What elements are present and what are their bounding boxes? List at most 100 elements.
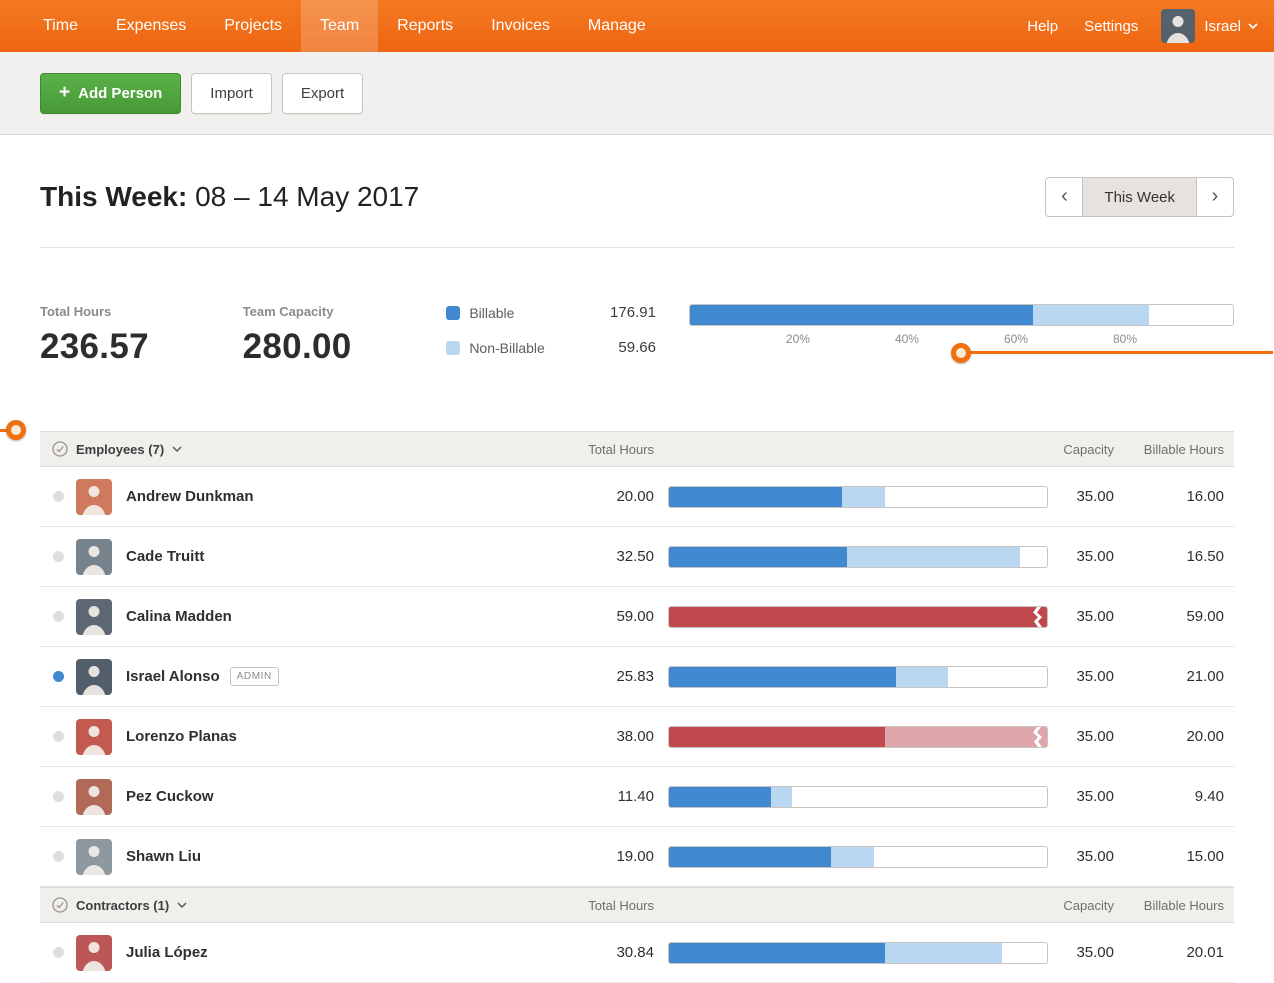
team-capacity-bar [689, 304, 1234, 326]
bar-seg2 [847, 547, 1020, 567]
next-week-button[interactable]: › [1196, 177, 1234, 217]
person-name[interactable]: Andrew Dunkman [126, 488, 254, 505]
export-button[interactable]: Export [282, 73, 363, 114]
table-row[interactable]: Israel Alonso ADMIN 25.83 35.00 21.00 [40, 647, 1234, 707]
capacity-slider-handle[interactable] [951, 343, 971, 363]
billable-label: Billable [469, 305, 514, 321]
total-hours-big-value: 236.57 [40, 327, 243, 367]
bar-seg1 [669, 487, 842, 507]
total-hours-value: 20.00 [562, 488, 654, 505]
person-name[interactable]: Julia López [126, 944, 208, 961]
overflow-jag-icon [1033, 727, 1043, 747]
table-row[interactable]: Andrew Dunkman 20.00 35.00 16.00 [40, 467, 1234, 527]
team-capacity-big-value: 280.00 [243, 327, 447, 367]
tick-label: 60% [1004, 332, 1028, 346]
section-toggle[interactable]: Contractors (1) [40, 897, 562, 913]
tour-hotspot-handle[interactable] [6, 420, 26, 440]
summary-section: Total Hours 236.57 Team Capacity 280.00 … [0, 248, 1274, 375]
person-name[interactable]: Pez Cuckow [126, 788, 214, 805]
bar-seg1 [669, 547, 847, 567]
section-title: Contractors (1) [76, 898, 169, 913]
chevron-down-icon [177, 902, 187, 908]
billable-hours-value: 20.00 [1136, 728, 1234, 745]
section-header: Employees (7) Total Hours Capacity Billa… [40, 431, 1234, 467]
chevron-down-icon [172, 446, 182, 452]
check-circle-icon [52, 441, 68, 457]
col-capacity: Capacity [1048, 442, 1136, 457]
nav-item-time[interactable]: Time [24, 0, 97, 52]
top-nav: TimeExpensesProjectsTeamReportsInvoicesM… [0, 0, 1274, 52]
hours-bar [668, 942, 1048, 964]
nav-item-reports[interactable]: Reports [378, 0, 472, 52]
person-name[interactable]: Lorenzo Planas [126, 728, 237, 745]
nav-item-projects[interactable]: Projects [205, 0, 301, 52]
avatar [76, 779, 112, 815]
team-capacity-label: Team Capacity [243, 304, 447, 319]
capacity-value: 35.00 [1048, 848, 1136, 865]
tick-label: 80% [1113, 332, 1137, 346]
capacity-value: 35.00 [1048, 728, 1136, 745]
hours-bar [668, 666, 1048, 688]
legend-billable: Billable [446, 305, 578, 320]
status-dot [53, 731, 64, 742]
bar-seg1 [669, 847, 831, 867]
capacity-value: 35.00 [1048, 944, 1136, 961]
check-circle-icon [52, 897, 68, 913]
person-name[interactable]: Calina Madden [126, 608, 232, 625]
settings-link[interactable]: Settings [1071, 18, 1151, 35]
billable-hours-value: 16.50 [1136, 548, 1234, 565]
nav-right: Help Settings Israel [1014, 0, 1258, 52]
billable-swatch-icon [446, 306, 460, 320]
nonbillable-swatch-icon [446, 341, 460, 355]
nav-item-invoices[interactable]: Invoices [472, 0, 569, 52]
team-table: Employees (7) Total Hours Capacity Billa… [0, 431, 1274, 983]
legend: Billable Non-Billable [446, 304, 578, 375]
capacity-value: 35.00 [1048, 668, 1136, 685]
capacity-value: 35.00 [1048, 548, 1136, 565]
status-dot [53, 947, 64, 958]
table-row[interactable]: Pez Cuckow 11.40 35.00 9.40 [40, 767, 1234, 827]
table-row[interactable]: Cade Truitt 32.50 35.00 16.50 [40, 527, 1234, 587]
user-menu[interactable]: Israel [1204, 18, 1258, 35]
hours-bar [668, 846, 1048, 868]
nav-item-expenses[interactable]: Expenses [97, 0, 205, 52]
status-dot [53, 551, 64, 562]
total-hours-value: 11.40 [562, 788, 654, 805]
plus-icon: + [59, 83, 70, 102]
total-hours-value: 30.84 [562, 944, 654, 961]
total-hours-value: 59.00 [562, 608, 654, 625]
nav-item-manage[interactable]: Manage [569, 0, 665, 52]
table-row[interactable]: Lorenzo Planas 38.00 35.00 20.00 [40, 707, 1234, 767]
person-name[interactable]: Cade Truitt [126, 548, 204, 565]
status-dot [53, 851, 64, 862]
section-toggle[interactable]: Employees (7) [40, 441, 562, 457]
avatar [76, 839, 112, 875]
billable-value: 176.91 [578, 305, 656, 320]
week-date-range: 08 – 14 May 2017 [195, 181, 419, 212]
prev-week-button[interactable]: ‹ [1045, 177, 1083, 217]
billable-hours-value: 21.00 [1136, 668, 1234, 685]
summary-billable-seg [690, 305, 1033, 325]
help-link[interactable]: Help [1014, 18, 1071, 35]
nav-item-team[interactable]: Team [301, 0, 378, 52]
table-row[interactable]: Calina Madden 59.00 35.00 59.00 [40, 587, 1234, 647]
user-avatar[interactable] [1161, 9, 1195, 43]
import-button[interactable]: Import [191, 73, 272, 114]
total-hours-label: Total Hours [40, 304, 243, 319]
bar-seg2 [842, 487, 885, 507]
bar-seg2 [771, 787, 793, 807]
this-week-button[interactable]: This Week [1083, 177, 1196, 217]
table-row[interactable]: Shawn Liu 19.00 35.00 15.00 [40, 827, 1234, 887]
total-hours-value: 19.00 [562, 848, 654, 865]
person-name[interactable]: Israel Alonso [126, 668, 220, 685]
overflow-jag-icon [1033, 607, 1043, 627]
avatar [76, 659, 112, 695]
person-name[interactable]: Shawn Liu [126, 848, 201, 865]
add-person-label: Add Person [78, 85, 162, 102]
hours-bar [668, 726, 1048, 748]
add-person-button[interactable]: + Add Person [40, 73, 181, 114]
tick-label: 20% [786, 332, 810, 346]
page-title: This Week: 08 – 14 May 2017 [40, 181, 419, 213]
table-row[interactable]: Julia López 30.84 35.00 20.01 [40, 923, 1234, 983]
capacity-slider-line [961, 351, 1273, 354]
